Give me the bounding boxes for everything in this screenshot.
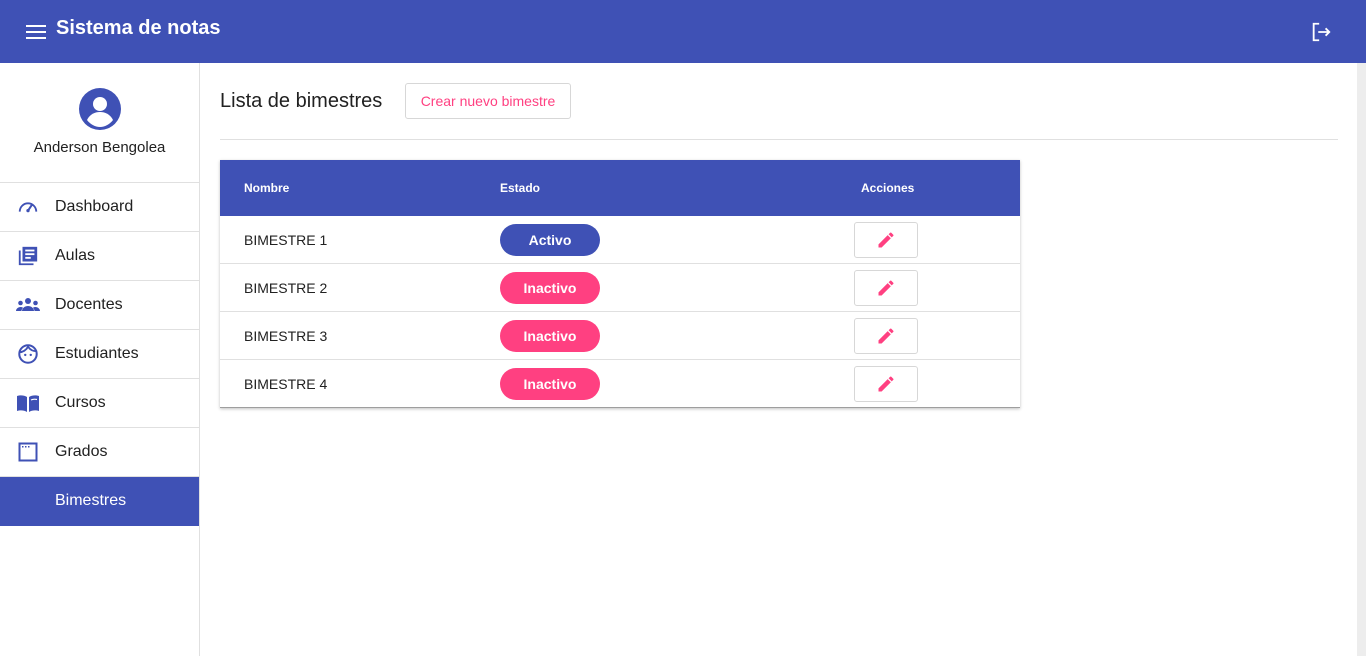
bimestre-name: BIMESTRE 2 xyxy=(244,280,328,296)
table-row: BIMESTRE 3 Inactivo xyxy=(220,312,1020,360)
status-badge: Inactivo xyxy=(500,272,600,304)
create-bimestre-button[interactable]: Crear nuevo bimestre xyxy=(405,83,571,119)
divider xyxy=(220,139,1338,140)
status-badge: Activo xyxy=(500,224,600,256)
pencil-icon xyxy=(878,280,894,296)
window-icon xyxy=(16,440,40,464)
table-header: Nombre Estado Acciones xyxy=(220,160,1020,216)
sidebar-item-label: Bimestres xyxy=(55,492,127,509)
edit-button[interactable] xyxy=(854,222,918,258)
column-header-estado: Estado xyxy=(500,181,541,195)
edit-button[interactable] xyxy=(854,366,918,402)
logout-icon[interactable] xyxy=(1306,17,1336,47)
sidebar-item-dashboard[interactable]: Dashboard xyxy=(0,183,199,232)
menu-icon[interactable] xyxy=(22,18,50,46)
user-name: Anderson Bengolea xyxy=(33,139,166,156)
bimestre-name: BIMESTRE 1 xyxy=(244,232,328,248)
sidebar-item-label: Cursos xyxy=(55,394,106,411)
status-badge: Inactivo xyxy=(500,368,600,400)
main-content: Lista de bimestres Crear nuevo bimestre … xyxy=(200,63,1357,656)
sidebar-item-label: Grados xyxy=(55,443,108,460)
scrollbar[interactable] xyxy=(1357,63,1366,656)
bimestre-name: BIMESTRE 3 xyxy=(244,328,328,344)
bimestre-name: BIMESTRE 4 xyxy=(244,376,328,392)
column-header-acciones: Acciones xyxy=(861,181,915,195)
sidebar-item-estudiantes[interactable]: Estudiantes xyxy=(0,330,199,379)
edit-button[interactable] xyxy=(854,270,918,306)
app-bar: Sistema de notas xyxy=(0,0,1366,63)
status-badge: Inactivo xyxy=(500,320,600,352)
face-icon xyxy=(16,342,40,366)
column-header-nombre: Nombre xyxy=(244,181,290,195)
sidebar-item-label: Docentes xyxy=(55,296,123,313)
sidebar-item-cursos[interactable]: Cursos xyxy=(0,379,199,428)
sidebar-item-bimestres[interactable]: Bimestres xyxy=(0,477,199,526)
edit-button[interactable] xyxy=(854,318,918,354)
account-circle-icon xyxy=(78,87,122,131)
bimestres-table: Nombre Estado Acciones BIMESTRE 1 Activo… xyxy=(220,160,1020,408)
sidebar-item-label: Estudiantes xyxy=(55,345,139,362)
open-book-icon xyxy=(16,391,40,415)
table-row: BIMESTRE 2 Inactivo xyxy=(220,264,1020,312)
pencil-icon xyxy=(878,232,894,248)
app-title: Sistema de notas xyxy=(56,17,221,39)
sidebar: Anderson Bengolea Dashboard Aulas Docent… xyxy=(0,63,200,656)
speedometer-icon xyxy=(16,195,40,219)
sidebar-item-aulas[interactable]: Aulas xyxy=(0,232,199,281)
page-title: Lista de bimestres xyxy=(220,90,383,112)
pencil-icon xyxy=(878,328,894,344)
user-profile: Anderson Bengolea xyxy=(0,63,199,183)
pencil-icon xyxy=(878,376,894,392)
library-books-icon xyxy=(16,244,40,268)
sidebar-item-grados[interactable]: Grados xyxy=(0,428,199,477)
table-row: BIMESTRE 1 Activo xyxy=(220,216,1020,264)
table-row: BIMESTRE 4 Inactivo xyxy=(220,360,1020,408)
sidebar-item-docentes[interactable]: Docentes xyxy=(0,281,199,330)
people-icon xyxy=(16,293,40,317)
sidebar-item-label: Dashboard xyxy=(55,198,134,215)
sidebar-item-label: Aulas xyxy=(55,247,96,264)
